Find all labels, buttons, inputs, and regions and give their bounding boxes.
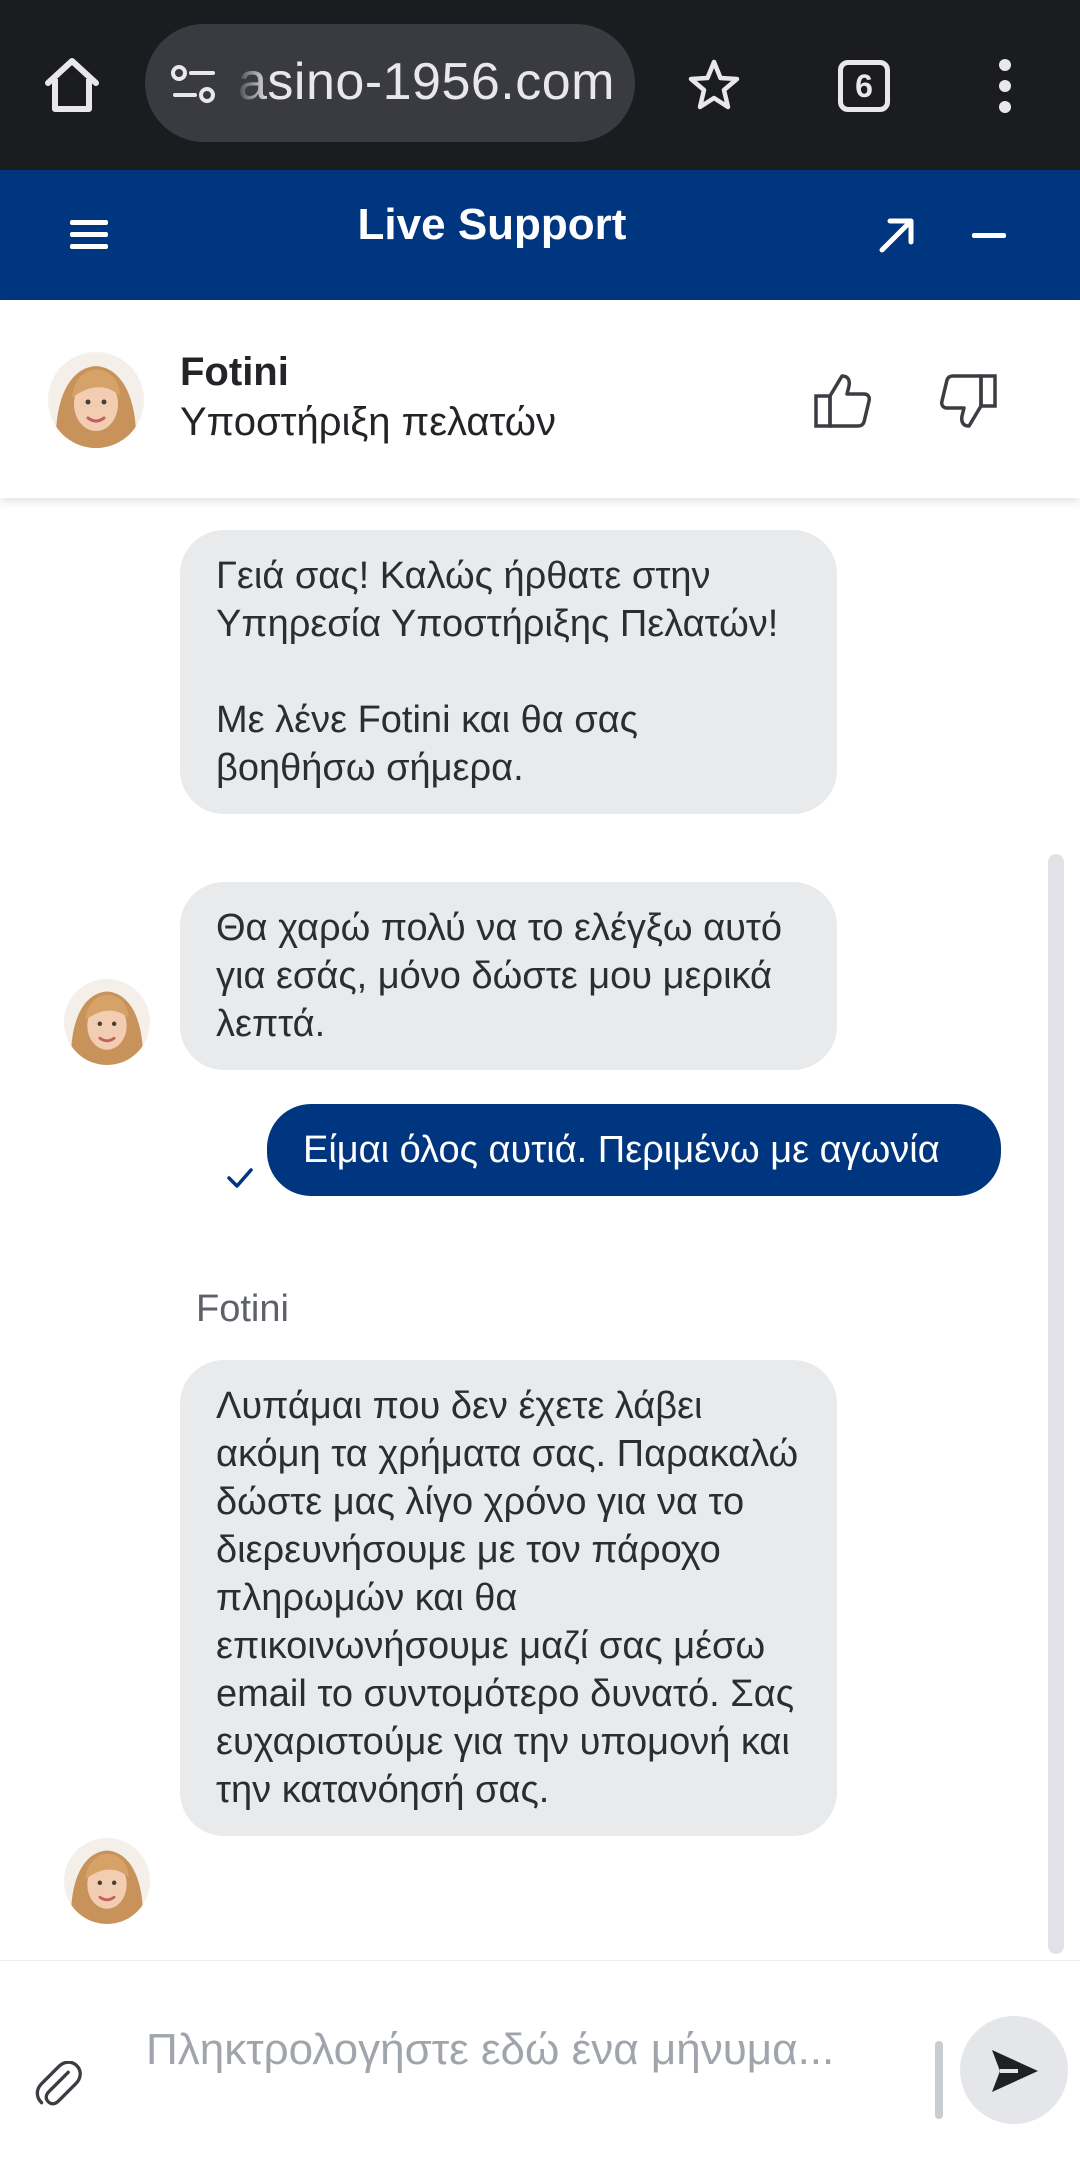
agent-role: Υποστήριξη πελατών xyxy=(180,400,557,444)
thumbs-up-icon[interactable] xyxy=(812,370,874,432)
agent-avatar xyxy=(48,352,144,448)
url-text[interactable]: asino-1956.com xyxy=(238,52,615,112)
star-icon[interactable] xyxy=(685,57,743,115)
send-icon xyxy=(992,2050,1038,2092)
agent-name: Fotini xyxy=(180,350,289,394)
address-bar[interactable]: asino-1956.com xyxy=(145,24,635,142)
chat-header: Live Support xyxy=(0,170,1080,300)
attach-icon[interactable] xyxy=(34,2061,84,2111)
message-input[interactable] xyxy=(146,2019,906,2149)
tab-switcher-button[interactable]: 6 xyxy=(838,60,890,112)
agent-message-bubble: Θα χαρώ πολύ να το ελέγξω αυτό για εσάς,… xyxy=(180,882,837,1070)
thumbs-down-icon[interactable] xyxy=(937,370,999,432)
input-caret xyxy=(935,2041,943,2119)
message-composer xyxy=(0,1960,1080,2168)
site-settings-icon[interactable] xyxy=(169,59,219,109)
check-icon xyxy=(227,1168,253,1188)
expand-icon[interactable] xyxy=(872,210,922,260)
sender-label: Fotini xyxy=(196,1288,289,1330)
user-message-bubble: Είμαι όλος αυτιά. Περιμένω με αγωνία xyxy=(267,1104,1001,1196)
send-button[interactable] xyxy=(960,2016,1068,2124)
browser-toolbar: asino-1956.com 6 xyxy=(0,0,1080,170)
chat-title: Live Support xyxy=(357,200,627,249)
agent-avatar-small xyxy=(64,1838,150,1924)
url-fade xyxy=(235,24,269,142)
agent-info-bar: Fotini Υποστήριξη πελατών xyxy=(0,300,1080,498)
agent-message-bubble: Λυπάμαι που δεν έχετε λάβει ακόμη τα χρή… xyxy=(180,1360,837,1836)
agent-message-bubble: Γειά σας! Καλώς ήρθατε στην Υπηρεσία Υπο… xyxy=(180,530,837,814)
chat-messages[interactable]: Γειά σας! Καλώς ήρθατε στην Υπηρεσία Υπο… xyxy=(0,498,1080,1960)
agent-avatar-small xyxy=(64,979,150,1065)
minimize-icon[interactable] xyxy=(968,210,1012,260)
home-icon[interactable] xyxy=(40,53,104,117)
chat-scrollbar[interactable] xyxy=(1048,854,1064,1954)
menu-dots-icon[interactable] xyxy=(990,57,1020,115)
